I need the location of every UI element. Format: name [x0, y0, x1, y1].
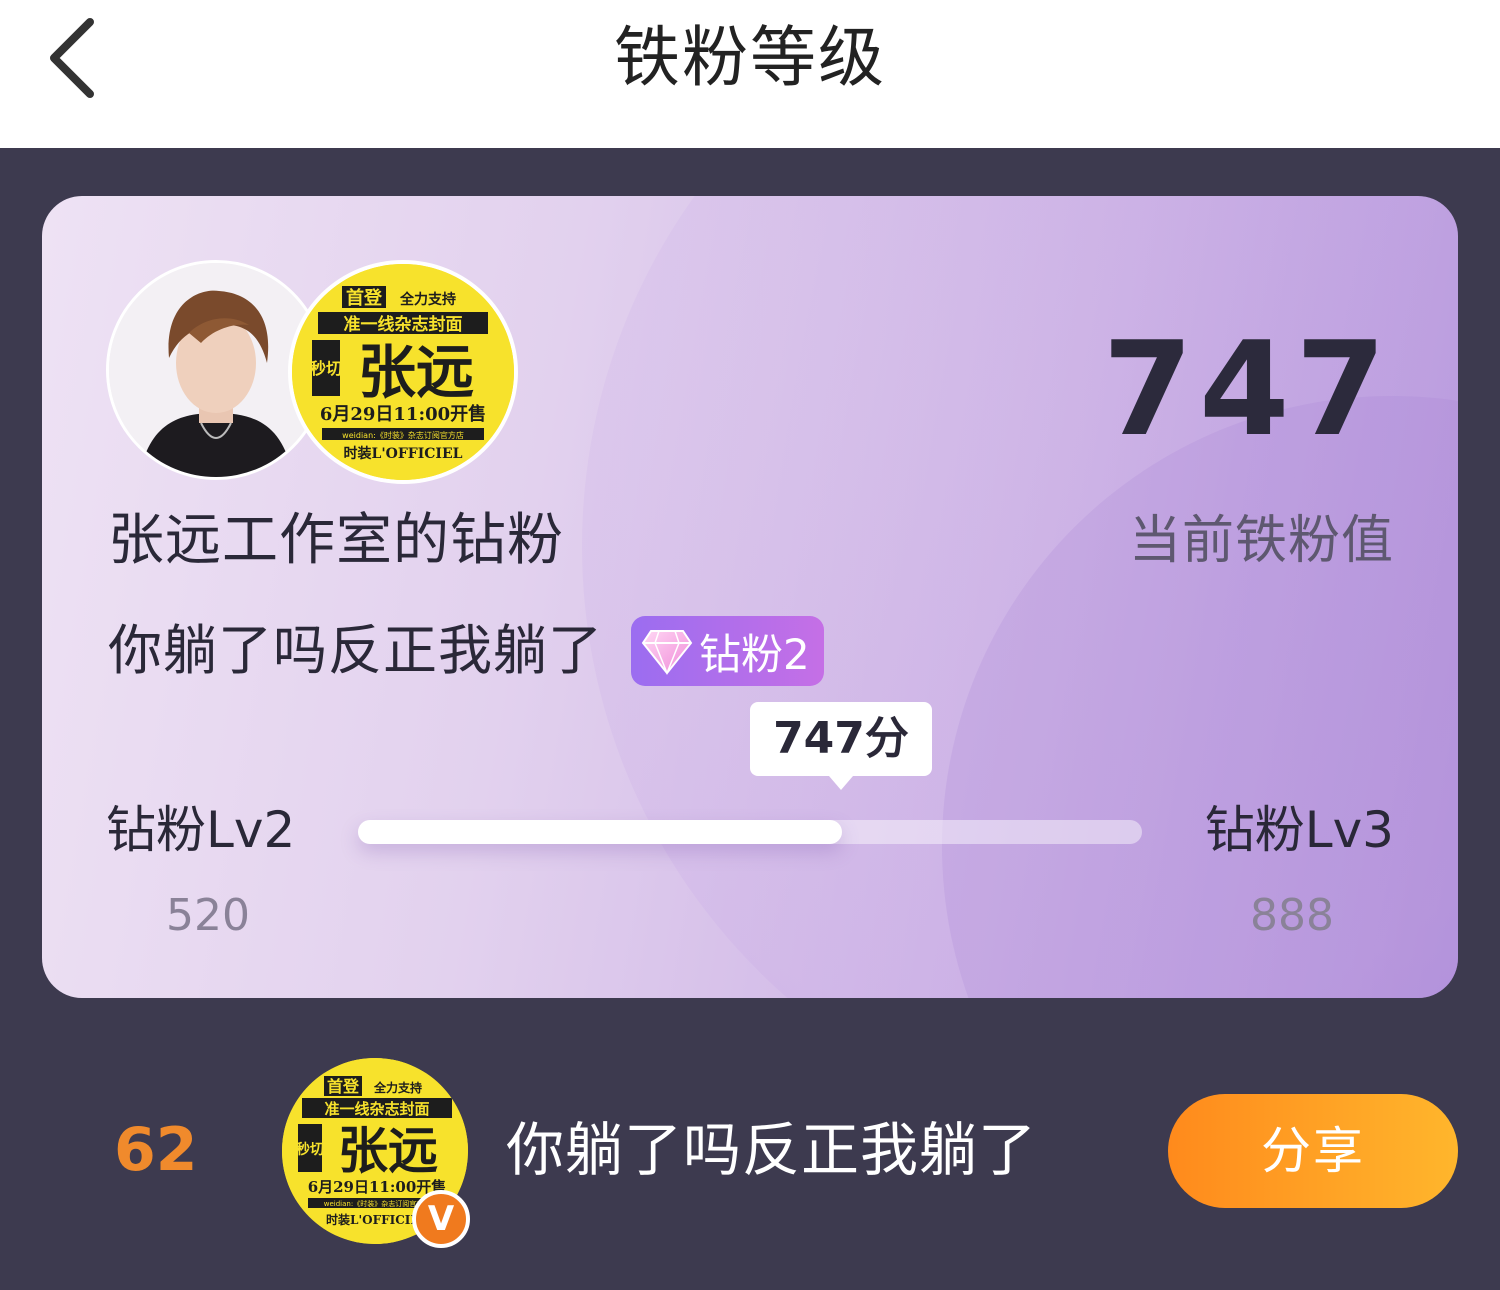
poster-top: 首登 [346, 287, 383, 309]
fan-group-avatar[interactable]: 首登 全力支持 准一线杂志封面 秒切 张远 6月29日11:00开售 weidi… [288, 260, 518, 484]
page-title: 铁粉等级 [614, 19, 886, 96]
poster-top: 首登 [327, 1077, 360, 1096]
poster-top-right: 全力支持 [373, 1080, 422, 1095]
poster-small: weidian:《时装》杂志订阅官方店 [342, 430, 464, 440]
level-badge-label: 钻粉2 [699, 629, 810, 679]
poster-line2: 准一线杂志封面 [324, 1100, 429, 1118]
fan-group-name: 张远工作室的钻粉 [108, 508, 564, 573]
poster-brand: 时装L'OFFICIEL [344, 445, 463, 462]
level-progress-fill [358, 820, 842, 844]
username: 你躺了吗反正我躺了 [108, 619, 603, 682]
poster-top-right: 全力支持 [399, 291, 456, 308]
bottom-username: 你躺了吗反正我躺了 [506, 1116, 1038, 1184]
level-progress-bar [358, 820, 1142, 844]
poster-date: 6月29日11:00开售 [320, 403, 486, 425]
poster-image: 首登 全力支持 准一线杂志封面 秒切 张远 6月29日11:00开售 weidi… [292, 264, 514, 480]
poster-name: 张远 [358, 338, 474, 406]
current-score: 747 [1102, 313, 1392, 465]
diamond-icon [641, 630, 693, 675]
poster-side: 秒切 [296, 1141, 324, 1158]
poster-side: 秒切 [310, 359, 342, 378]
poster-name: 张远 [338, 1121, 438, 1180]
next-level-min: 888 [1250, 890, 1334, 941]
poster-line2: 准一线杂志封面 [344, 314, 463, 335]
current-score-label: 当前铁粉值 [1128, 511, 1394, 571]
level-badge[interactable]: 钻粉2 [631, 616, 824, 686]
current-level-min: 520 [166, 890, 250, 941]
fan-level-card: 首登 全力支持 准一线杂志封面 秒切 张远 6月29日11:00开售 weidi… [42, 196, 1458, 998]
current-level-label: 钻粉Lv2 [106, 801, 296, 859]
top-bar: 铁粉等级 [0, 0, 1500, 148]
rank-number: 62 [114, 1115, 198, 1185]
score-tooltip: 747分 [750, 702, 932, 790]
user-row: 你躺了吗反正我躺了 钻粉2 [108, 616, 824, 686]
verified-badge: V [412, 1190, 470, 1248]
share-button[interactable]: 分享 [1168, 1094, 1458, 1208]
next-level-label: 钻粉Lv3 [1204, 801, 1394, 859]
